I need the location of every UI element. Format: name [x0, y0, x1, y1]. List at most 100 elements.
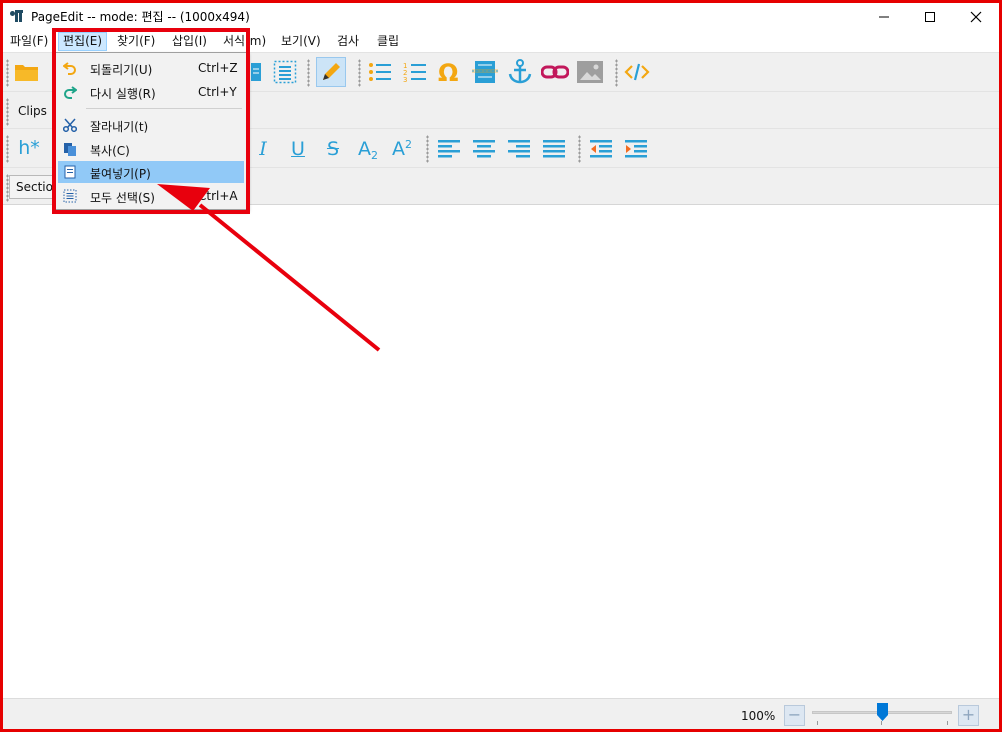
undo-icon [62, 60, 78, 76]
code-view-button[interactable] [622, 57, 652, 87]
zoom-slider-thumb[interactable] [876, 703, 888, 721]
bullet-list-icon [369, 63, 391, 81]
menu-view[interactable]: 보기(V) [277, 32, 325, 51]
italic-button[interactable]: I [248, 134, 278, 164]
decrease-indent-button[interactable] [586, 134, 616, 164]
toolbar-grip[interactable] [615, 59, 618, 87]
subscript-label: A [358, 138, 371, 160]
editor-area[interactable] [3, 204, 999, 698]
zoom-tick [947, 721, 948, 725]
document-icon [251, 63, 261, 81]
pencil-icon [323, 63, 340, 80]
svg-text:Ω: Ω [438, 59, 458, 85]
menu-item-label: 복사(C) [90, 144, 130, 158]
menu-format[interactable]: 서식(m) [219, 32, 270, 51]
menu-edit[interactable]: 편집(E) [58, 32, 108, 51]
superscript-label: A [392, 138, 405, 160]
close-button[interactable] [953, 3, 999, 30]
underline-button[interactable]: U [283, 134, 313, 164]
menu-item-select-all[interactable]: 모두 선택(S) Ctrl+A [58, 185, 244, 207]
menu-item-shortcut: Ctrl+Y [198, 85, 237, 99]
toolbar-grip[interactable] [6, 59, 9, 87]
decrease-indent-icon [590, 140, 612, 158]
menu-insert[interactable]: 삽입(I) [168, 32, 211, 51]
menu-separator [86, 108, 242, 109]
menu-item-label: 모두 선택(S) [90, 191, 155, 205]
open-button[interactable] [12, 57, 42, 87]
folder-icon [15, 65, 38, 81]
menu-clips[interactable]: 클립 [373, 32, 403, 51]
menu-item-cut[interactable]: 잘라내기(t) [58, 114, 244, 136]
status-bar: 100% − + [3, 698, 999, 729]
align-left-icon [438, 140, 460, 158]
bullet-list-button[interactable] [365, 57, 395, 87]
special-char-button[interactable]: Ω [435, 57, 465, 87]
numbered-list-button[interactable]: 123 [400, 57, 430, 87]
toolbar-grip[interactable] [578, 135, 581, 163]
insert-file-icon [472, 61, 498, 83]
align-right-icon [508, 140, 530, 158]
increase-indent-button[interactable] [621, 134, 651, 164]
zoom-level-label: 100% [741, 709, 776, 723]
menu-item-label: 되돌리기(U) [90, 63, 153, 77]
subscript-button[interactable]: A2 [353, 134, 383, 164]
strikethrough-label: S [326, 138, 340, 160]
close-icon [970, 11, 982, 22]
menu-item-shortcut: Ctrl+A [198, 189, 238, 203]
image-icon [577, 61, 603, 83]
scissors-icon [62, 117, 78, 133]
zoom-out-button[interactable]: − [784, 705, 805, 726]
insert-image-button[interactable] [575, 57, 605, 87]
clips-label[interactable]: Clips [18, 104, 47, 118]
redo-icon [62, 84, 78, 100]
title-bar: PageEdit -- mode: 편집 -- (1000x494) [3, 3, 999, 30]
toolbar-grip[interactable] [358, 59, 361, 87]
select-all-icon [273, 60, 297, 84]
paste-icon [62, 164, 78, 180]
insert-file-button[interactable] [470, 57, 500, 87]
zoom-in-button[interactable]: + [958, 705, 979, 726]
minimize-icon [879, 16, 889, 17]
anchor-button[interactable] [505, 57, 535, 87]
menu-bar: 파일(F) 편집(E) 찾기(F) 삽입(I) 서식(m) 보기(V) 검사 클… [3, 30, 999, 52]
italic-label: I [259, 138, 267, 160]
subscript-mark: 2 [371, 148, 378, 162]
maximize-button[interactable] [907, 3, 953, 30]
align-center-button[interactable] [469, 134, 499, 164]
menu-item-paste[interactable]: 붙여넣기(P) [58, 161, 244, 183]
svg-text:3: 3 [403, 76, 407, 84]
menu-item-label: 잘라내기(t) [90, 120, 149, 134]
menu-file[interactable]: 파일(F) [6, 32, 52, 51]
menu-item-label: 다시 실행(R) [90, 87, 156, 101]
justify-button[interactable] [539, 134, 569, 164]
menu-item-copy[interactable]: 복사(C) [58, 138, 244, 160]
menu-item-redo[interactable]: 다시 실행(R) Ctrl+Y [58, 81, 244, 103]
heading-dropdown-button[interactable]: h* [14, 133, 44, 163]
toolbar-grip[interactable] [6, 135, 9, 163]
superscript-button[interactable]: A2 [387, 134, 417, 164]
menu-check[interactable]: 검사 [333, 32, 363, 51]
pageedit-logo-icon [10, 10, 23, 22]
menu-item-undo[interactable]: 되돌리기(U) Ctrl+Z [58, 57, 244, 79]
align-left-button[interactable] [434, 134, 464, 164]
code-icon [624, 63, 650, 81]
numbered-list-icon: 123 [403, 62, 426, 84]
strikethrough-button[interactable]: S [318, 134, 348, 164]
toolbar-grip[interactable] [307, 59, 310, 87]
justify-icon [543, 140, 565, 158]
link-button[interactable] [540, 57, 570, 87]
heading-label: h* [18, 137, 40, 159]
link-icon [541, 65, 569, 79]
menu-find[interactable]: 찾기(F) [113, 32, 159, 51]
zoom-tick [881, 721, 882, 725]
menu-item-shortcut: Ctrl+Z [198, 61, 238, 75]
align-right-button[interactable] [504, 134, 534, 164]
edit-mode-button[interactable] [316, 57, 346, 87]
omega-icon: Ω [438, 59, 458, 85]
select-all-toolbar-button[interactable] [270, 57, 300, 87]
copy-icon [62, 141, 78, 157]
minimize-button[interactable] [861, 3, 907, 30]
select-all-icon [62, 188, 78, 204]
toolbar-grip[interactable] [426, 135, 429, 163]
toolbar-grip[interactable] [6, 98, 9, 126]
